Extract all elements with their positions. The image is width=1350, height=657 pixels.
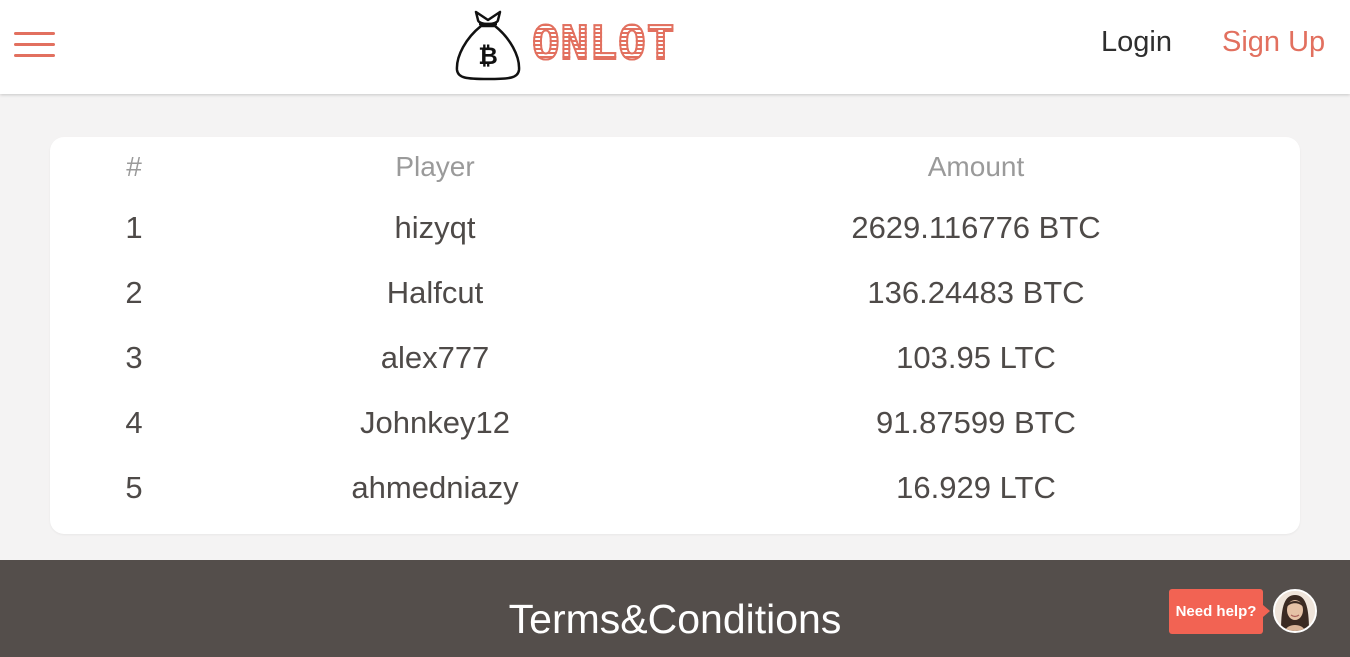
hamburger-icon[interactable] <box>14 32 55 58</box>
table-row: 1 hizyqt 2629.116776 BTC <box>50 210 1300 250</box>
row-player: alex777 <box>380 340 490 375</box>
need-help-button[interactable]: Need help? <box>1169 589 1270 634</box>
support-agent-avatar-icon <box>1275 591 1315 631</box>
help-widget: Need help? <box>1169 589 1319 635</box>
column-header-amount: Amount <box>927 151 1025 182</box>
hamburger-line <box>14 32 55 35</box>
row-rank: 5 <box>125 470 143 505</box>
svg-text:₿: ₿ <box>478 42 498 70</box>
table-row: 3 alex777 103.95 LTC <box>50 340 1300 380</box>
row-rank: 3 <box>125 340 143 375</box>
login-link[interactable]: Login <box>1101 26 1172 59</box>
row-player: ahmedniazy <box>351 470 519 505</box>
row-rank: 2 <box>125 275 143 310</box>
table-row: 5 ahmedniazy 16.929 LTC <box>50 470 1300 510</box>
row-rank: 4 <box>125 405 143 440</box>
leaderboard-card: # Player Amount 1 hizyqt 2629.116776 BTC… <box>50 137 1300 534</box>
table-row: 2 Halfcut 136.24483 BTC <box>50 275 1300 315</box>
bitcoin-money-bag-icon: ₿ <box>455 10 521 81</box>
row-amount: 16.929 LTC <box>896 470 1056 505</box>
row-amount: 2629.116776 BTC <box>851 210 1101 245</box>
column-header-player: Player <box>395 151 475 182</box>
logo-wordmark: ONLOT <box>531 16 676 70</box>
terms-conditions-heading: Terms&Conditions <box>508 596 842 642</box>
row-amount: 136.24483 BTC <box>867 275 1085 310</box>
site-logo[interactable]: ₿ ONLOT <box>454 8 704 84</box>
column-header-rank: # <box>126 151 142 182</box>
row-rank: 1 <box>125 210 143 245</box>
hamburger-line <box>14 54 55 57</box>
hamburger-line <box>14 43 55 46</box>
support-agent-avatar[interactable] <box>1273 589 1317 633</box>
top-header: ₿ ONLOT Login Sign Up <box>0 0 1350 94</box>
site-footer: Terms&Conditions <box>0 560 1350 657</box>
row-amount: 91.87599 BTC <box>876 405 1076 440</box>
row-player: hizyqt <box>394 210 476 245</box>
row-player: Johnkey12 <box>360 405 510 440</box>
signup-link[interactable]: Sign Up <box>1222 26 1325 59</box>
row-player: Halfcut <box>386 275 484 310</box>
table-row: 4 Johnkey12 91.87599 BTC <box>50 405 1300 445</box>
row-amount: 103.95 LTC <box>896 340 1056 375</box>
